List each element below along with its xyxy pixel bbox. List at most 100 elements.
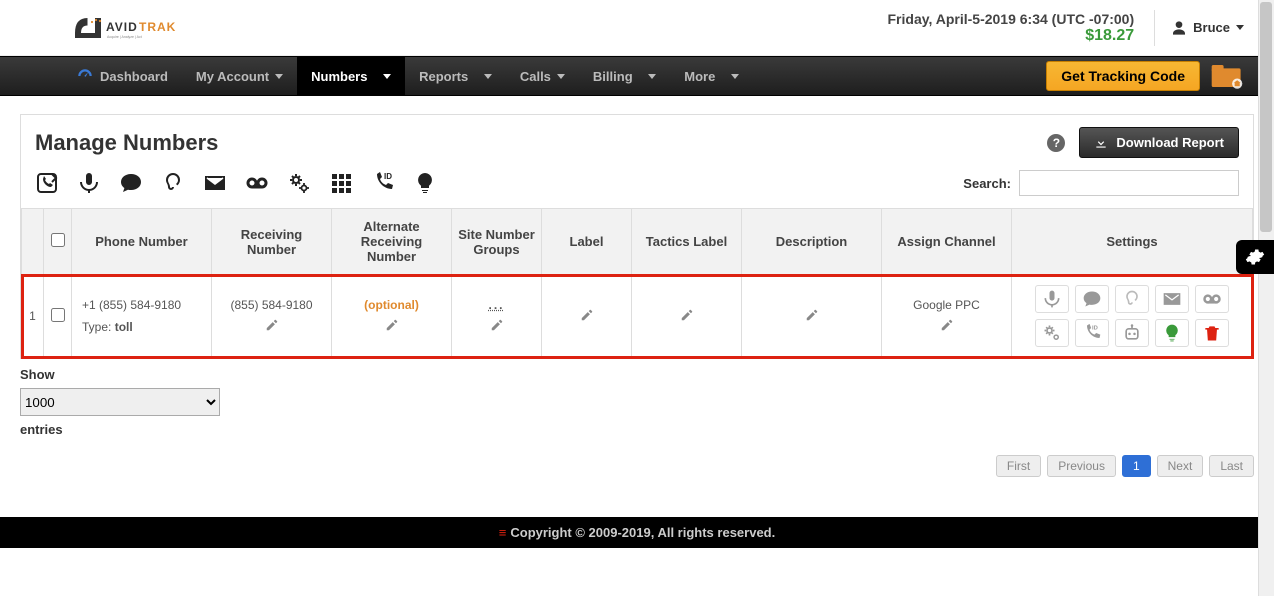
cell-settings: ID xyxy=(1012,275,1253,358)
col-site-groups[interactable]: Site Number Groups xyxy=(452,209,542,275)
nav-billing[interactable]: Billing xyxy=(579,57,670,95)
col-phone[interactable]: Phone Number xyxy=(72,209,212,275)
row-checkbox[interactable] xyxy=(51,308,65,322)
row-index: 1 xyxy=(22,275,44,358)
callerid-button[interactable]: ID xyxy=(1075,319,1109,347)
col-channel[interactable]: Assign Channel xyxy=(882,209,1012,275)
cell-phone: +1 (855) 584-9180 Type: toll xyxy=(72,275,212,358)
page-size-select[interactable]: 1000 xyxy=(20,388,220,416)
folder-home-icon[interactable] xyxy=(1210,63,1244,89)
scrollbar-track[interactable] xyxy=(1258,0,1274,596)
caret-down-icon xyxy=(731,74,739,79)
voicemail-button[interactable] xyxy=(1195,285,1229,313)
row-check[interactable] xyxy=(44,275,72,358)
page-prev-button[interactable]: Previous xyxy=(1047,455,1116,477)
chat-icon xyxy=(1082,289,1102,309)
edit-icon[interactable] xyxy=(490,318,504,332)
scrollbar-thumb[interactable] xyxy=(1260,2,1272,232)
user-icon xyxy=(1171,20,1187,36)
page-title: Manage Numbers xyxy=(35,130,218,156)
edit-icon[interactable] xyxy=(580,308,594,322)
nav-reports[interactable]: Reports xyxy=(405,57,506,95)
nav-billing-label: Billing xyxy=(593,69,633,84)
caller-id-icon[interactable]: ID xyxy=(371,171,395,195)
cell-site-groups[interactable]: ... xyxy=(452,275,542,358)
cell-description[interactable] xyxy=(742,275,882,358)
bars-icon: ≡ xyxy=(499,525,505,540)
email-button[interactable] xyxy=(1155,285,1189,313)
settings-side-tab[interactable] xyxy=(1236,240,1274,274)
search-label: Search: xyxy=(963,176,1011,191)
download-report-button[interactable]: Download Report xyxy=(1079,127,1239,158)
nav-numbers[interactable]: Numbers xyxy=(297,57,405,95)
cell-label[interactable] xyxy=(542,275,632,358)
nav-calls[interactable]: Calls xyxy=(506,57,579,95)
page-first-button[interactable]: First xyxy=(996,455,1041,477)
col-check[interactable] xyxy=(44,209,72,275)
voicemail-icon[interactable] xyxy=(245,171,269,195)
date-balance: Friday, April-5-2019 6:34 (UTC -07:00) $… xyxy=(888,11,1135,45)
ear-icon xyxy=(1122,289,1142,309)
col-tactics[interactable]: Tactics Label xyxy=(632,209,742,275)
channel: Google PPC xyxy=(888,298,1005,312)
cell-tactics[interactable] xyxy=(632,275,742,358)
logo[interactable]: AVID TRAK Acquire | Analyze | Act xyxy=(70,10,220,46)
microphone-icon[interactable] xyxy=(77,171,101,195)
edit-icon[interactable] xyxy=(940,318,954,332)
delete-button[interactable] xyxy=(1195,319,1229,347)
col-receiving[interactable]: Receiving Number xyxy=(212,209,332,275)
config-button[interactable] xyxy=(1035,319,1069,347)
edit-icon[interactable] xyxy=(805,308,819,322)
robot-icon xyxy=(1122,323,1142,343)
phone-edit-icon[interactable] xyxy=(35,171,59,195)
ear-icon[interactable] xyxy=(161,171,185,195)
nav-my-account[interactable]: My Account xyxy=(182,57,297,95)
page-last-button[interactable]: Last xyxy=(1209,455,1254,477)
active-button[interactable] xyxy=(1155,319,1189,347)
mail-icon[interactable] xyxy=(203,171,227,195)
edit-icon[interactable] xyxy=(680,308,694,322)
show-label: Show xyxy=(20,367,1254,382)
get-tracking-code-button[interactable]: Get Tracking Code xyxy=(1046,61,1200,91)
nav-calls-label: Calls xyxy=(520,69,551,84)
cell-alt-receiving[interactable]: (optional) xyxy=(332,275,452,358)
lightbulb-icon[interactable] xyxy=(413,171,437,195)
user-menu[interactable]: Bruce xyxy=(1154,10,1244,46)
svg-text:ID: ID xyxy=(1092,326,1098,332)
col-alt-receiving[interactable]: Alternate Receiving Number xyxy=(332,209,452,275)
page-next-button[interactable]: Next xyxy=(1157,455,1204,477)
edit-icon[interactable] xyxy=(265,318,279,332)
help-icon[interactable]: ? xyxy=(1047,134,1065,152)
download-report-label: Download Report xyxy=(1116,135,1224,150)
date-line: Friday, April-5-2019 6:34 (UTC -07:00) xyxy=(888,11,1135,27)
chat-icon[interactable] xyxy=(119,171,143,195)
cell-channel[interactable]: Google PPC xyxy=(882,275,1012,358)
phone-number: +1 (855) 584-9180 xyxy=(82,298,205,312)
topbar-right: Friday, April-5-2019 6:34 (UTC -07:00) $… xyxy=(888,10,1245,46)
caret-down-icon xyxy=(383,74,391,79)
gears-icon[interactable] xyxy=(287,171,311,195)
record-button[interactable] xyxy=(1035,285,1069,313)
col-settings[interactable]: Settings xyxy=(1012,209,1253,275)
manage-numbers-panel: Manage Numbers ? Download Report ID xyxy=(20,114,1254,359)
cell-receiving[interactable]: (855) 584-9180 xyxy=(212,275,332,358)
col-index xyxy=(22,209,44,275)
sms-button[interactable] xyxy=(1075,285,1109,313)
col-label[interactable]: Label xyxy=(542,209,632,275)
grid-icon[interactable] xyxy=(329,171,353,195)
nav-numbers-label: Numbers xyxy=(311,69,367,84)
nav-my-account-label: My Account xyxy=(196,69,269,84)
voicemail-icon xyxy=(1202,289,1222,309)
page-1-button[interactable]: 1 xyxy=(1122,455,1151,477)
site-groups[interactable]: ... xyxy=(458,298,535,312)
nav-more[interactable]: More xyxy=(670,57,753,95)
spam-button[interactable] xyxy=(1115,319,1149,347)
numbers-table: Phone Number Receiving Number Alternate … xyxy=(21,208,1253,358)
search-input[interactable] xyxy=(1019,170,1239,196)
col-description[interactable]: Description xyxy=(742,209,882,275)
alt-receiving: (optional) xyxy=(338,298,445,312)
select-all-checkbox[interactable] xyxy=(51,233,65,247)
whisper-button[interactable] xyxy=(1115,285,1149,313)
nav-dashboard[interactable]: Dashboard xyxy=(62,57,182,95)
edit-icon[interactable] xyxy=(385,318,399,332)
